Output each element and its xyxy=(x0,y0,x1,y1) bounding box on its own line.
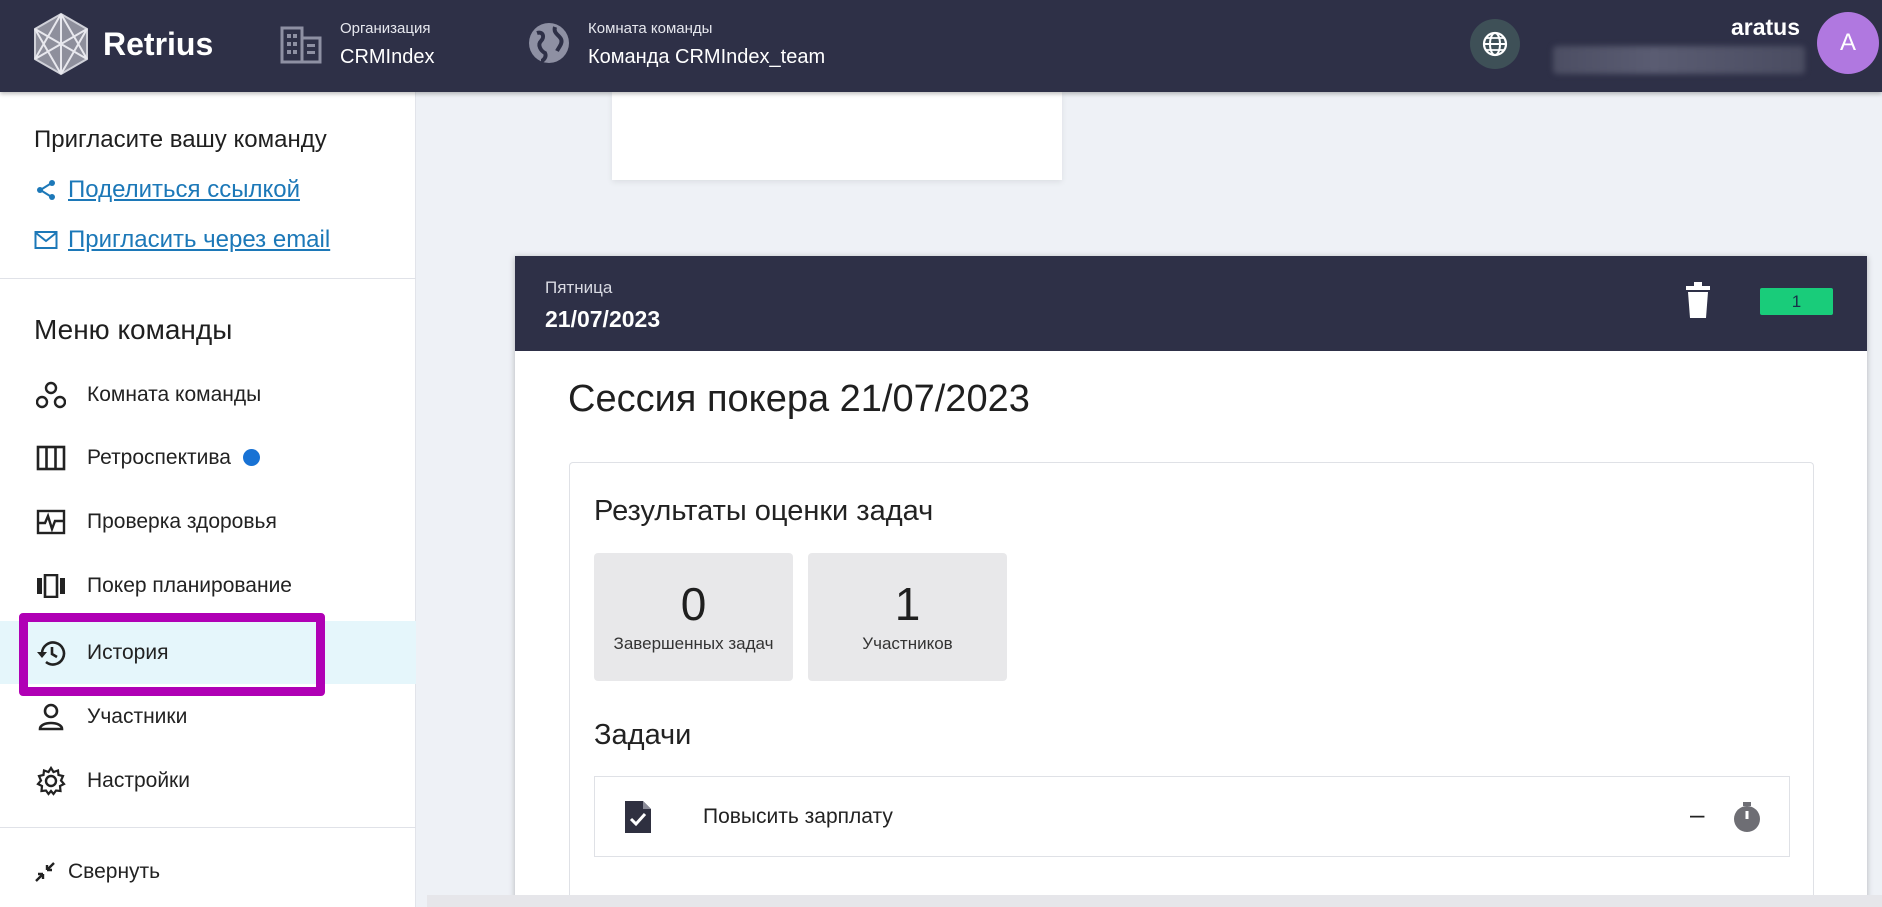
health-check-icon xyxy=(34,505,68,539)
retrius-logo-icon xyxy=(34,12,88,76)
collapse-arrows-icon xyxy=(35,862,55,882)
menu-title: Меню команды xyxy=(34,314,233,345)
sidebar-item-settings[interactable]: Настройки xyxy=(0,749,416,812)
team-room-label: Комната команды xyxy=(588,20,713,37)
org-name[interactable]: CRMIndex xyxy=(340,46,434,69)
task-check-document-icon xyxy=(625,801,651,833)
divider xyxy=(0,278,416,279)
sidebar: Пригласите вашу команду Поделиться ссылк… xyxy=(0,92,416,907)
session-card: Пятница 21/07/2023 1 Сессия покера 21/07… xyxy=(515,256,1867,907)
previous-session-card xyxy=(612,92,1062,180)
results-panel: Результаты оценки задач 0 Завершенных за… xyxy=(569,462,1814,907)
trash-icon[interactable] xyxy=(1682,280,1714,320)
team-room-icon xyxy=(34,378,68,412)
avatar[interactable]: A xyxy=(1817,12,1879,74)
sidebar-item-retro[interactable]: Ретроспектива xyxy=(0,426,416,489)
stat-label: Участников xyxy=(862,634,953,653)
sidebar-item-poker[interactable]: Покер планирование xyxy=(0,554,416,617)
results-title: Результаты оценки задач xyxy=(594,495,934,527)
tasks-title: Задачи xyxy=(594,719,692,751)
task-name: Повысить зарплату xyxy=(703,805,893,828)
session-date: 21/07/2023 xyxy=(545,306,661,332)
sidebar-item-label: Ретроспектива xyxy=(87,445,231,469)
notification-dot xyxy=(242,449,260,466)
username[interactable]: aratus xyxy=(1731,14,1800,41)
stat-participants: 1 Участников xyxy=(808,553,1007,681)
invite-email-link[interactable]: Пригласить через email xyxy=(34,226,330,254)
globe-icon xyxy=(529,23,569,63)
share-link-label: Поделиться ссылкой xyxy=(68,176,300,203)
sidebar-item-label: Покер планирование xyxy=(87,573,292,597)
collapse-button[interactable]: Свернуть xyxy=(34,860,160,884)
sidebar-item-members[interactable]: Участники xyxy=(0,685,416,748)
session-title: Сессия покера 21/07/2023 xyxy=(568,378,1030,420)
sidebar-item-label: Комната команды xyxy=(87,382,262,406)
share-icon xyxy=(37,180,55,200)
mail-icon xyxy=(34,231,58,249)
sidebar-item-history[interactable]: История xyxy=(0,621,416,684)
stat-value: 0 xyxy=(680,578,707,630)
task-score: – xyxy=(1690,799,1705,829)
session-header: Пятница 21/07/2023 1 xyxy=(515,256,1867,351)
stat-label: Завершенных задач xyxy=(613,634,774,653)
collapse-label: Свернуть xyxy=(68,860,161,883)
sidebar-item-label: История xyxy=(87,640,169,664)
org-label: Организация xyxy=(340,20,431,37)
sidebar-item-team-room[interactable]: Комната команды xyxy=(0,363,416,426)
poker-cards-icon xyxy=(34,569,68,603)
stat-value: 1 xyxy=(894,578,921,630)
brand-name[interactable]: Retrius xyxy=(103,26,213,63)
sidebar-item-label: Настройки xyxy=(87,768,190,792)
task-row[interactable]: Повысить зарплату – xyxy=(594,776,1790,857)
language-globe-icon xyxy=(1482,31,1508,57)
history-icon xyxy=(34,636,68,670)
retro-columns-icon xyxy=(34,441,68,475)
sidebar-item-label: Участники xyxy=(87,704,188,728)
stopwatch-icon[interactable] xyxy=(1731,801,1763,833)
share-link[interactable]: Поделиться ссылкой xyxy=(34,176,300,204)
horizontal-scrollbar[interactable] xyxy=(427,895,1882,907)
team-room-name[interactable]: Команда CRMIndex_team xyxy=(588,46,825,69)
person-icon xyxy=(34,700,68,734)
stat-completed-tasks: 0 Завершенных задач xyxy=(594,553,793,681)
language-button[interactable] xyxy=(1470,19,1520,69)
sidebar-item-label: Проверка здоровья xyxy=(87,509,277,533)
invite-title: Пригласите вашу команду xyxy=(34,126,327,153)
session-day: Пятница xyxy=(545,278,613,297)
gear-icon xyxy=(34,764,68,798)
invite-email-label: Пригласить через email xyxy=(68,226,331,253)
participants-badge: 1 xyxy=(1760,288,1833,315)
sidebar-item-health-check[interactable]: Проверка здоровья xyxy=(0,490,416,553)
divider xyxy=(0,827,416,828)
blurred-email xyxy=(1553,46,1805,74)
building-icon xyxy=(280,26,322,64)
top-bar: Retrius Организация CRMIndex Комната ком… xyxy=(0,0,1882,92)
